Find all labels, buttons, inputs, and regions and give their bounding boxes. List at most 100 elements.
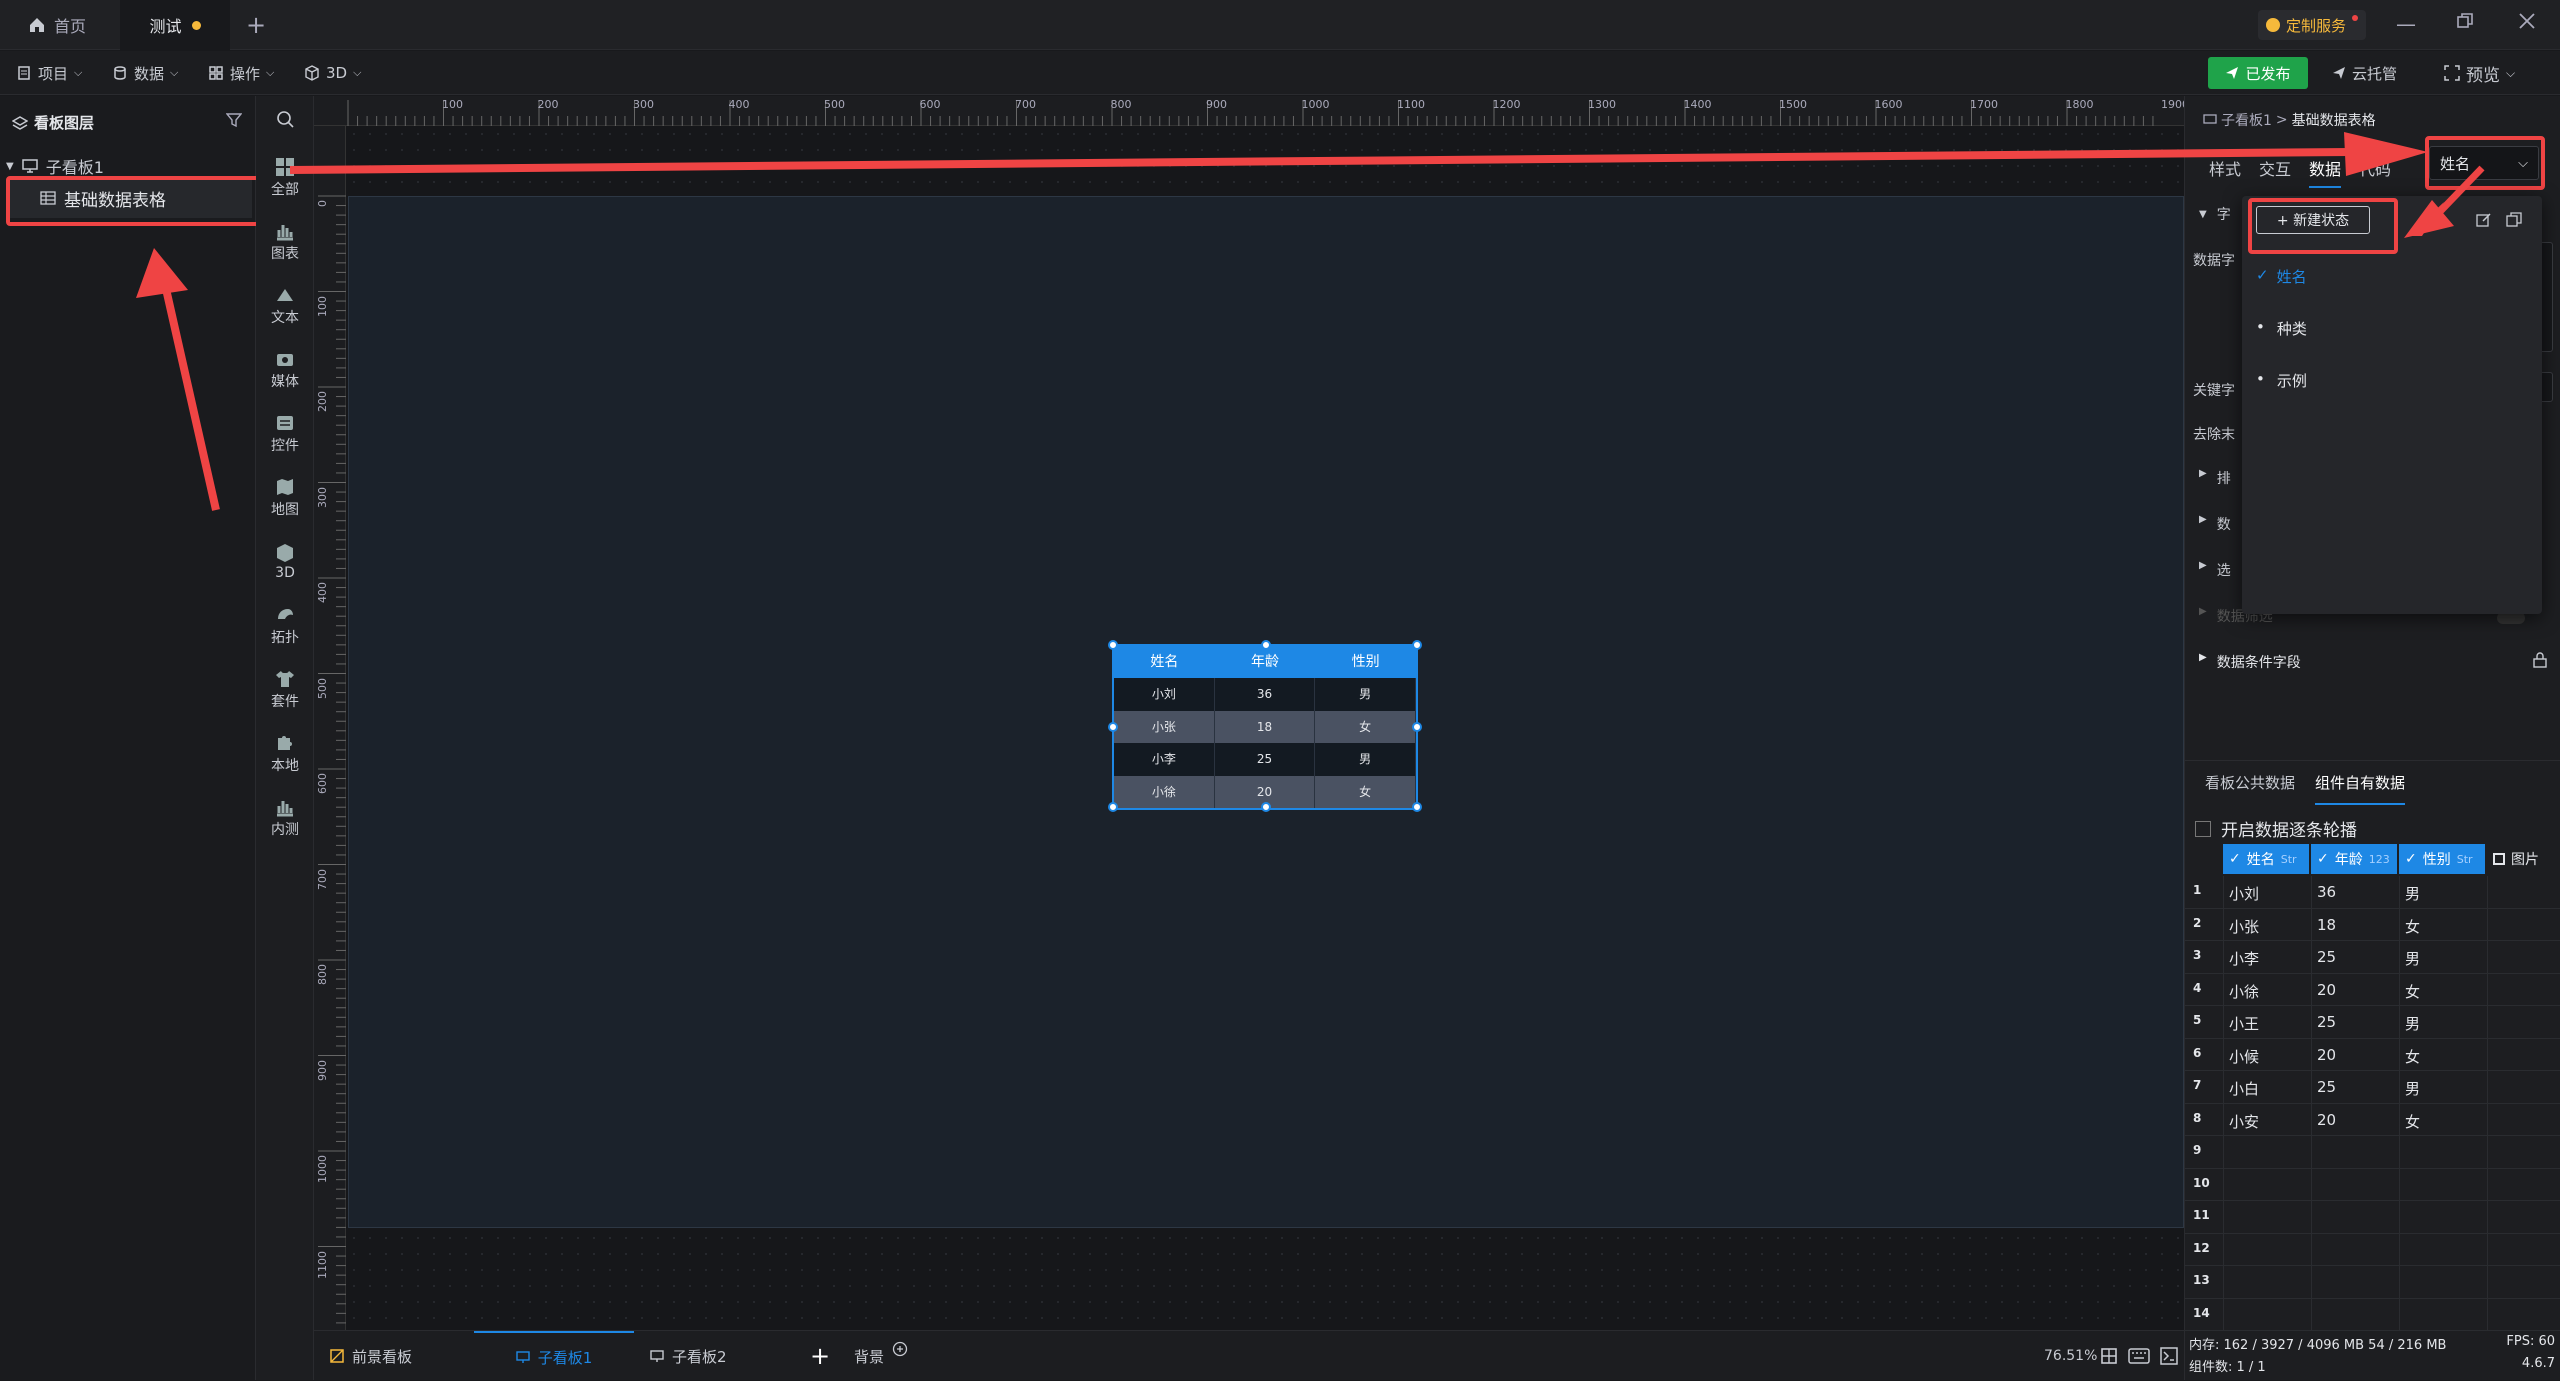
table-cell[interactable]: 小李 (2229, 948, 2259, 969)
tab-sub-board-1[interactable]: 子看板1 (474, 1331, 634, 1381)
minimize-button[interactable]: — (2396, 12, 2416, 36)
add-board-button[interactable]: + (810, 1331, 830, 1381)
table-row[interactable]: 4 小徐 20 女 (2185, 973, 2560, 1006)
table-row[interactable]: 1 小刘 36 男 (2185, 876, 2560, 909)
table-cell[interactable]: 36 (2317, 883, 2336, 901)
table-cell[interactable]: 小徐 (2229, 981, 2259, 1002)
table-cell[interactable]: 男 (2405, 1078, 2420, 1099)
filter-icon[interactable] (226, 112, 242, 128)
state-item-example[interactable]: • 示例 (2256, 370, 2307, 391)
breadcrumb-parent[interactable]: 子看板1 (2221, 110, 2272, 130)
table-cell[interactable]: 小王 (2229, 1013, 2259, 1034)
layer-item-table[interactable]: 基础数据表格 (8, 178, 252, 218)
tab-sub-board-2[interactable]: 子看板2 (650, 1331, 727, 1381)
table-row[interactable]: 7 小白 25 男 (2185, 1071, 2560, 1104)
table-cell[interactable]: 小白 (2229, 1078, 2259, 1099)
table-row[interactable]: 8 小安 20 女 (2185, 1103, 2560, 1136)
custom-service-button[interactable]: 定制服务 (2258, 10, 2367, 40)
column-header-image[interactable]: 图片 (2487, 844, 2560, 874)
table-row[interactable]: 6 小候 20 女 (2185, 1038, 2560, 1071)
tab-data[interactable]: 数据 (2309, 156, 2342, 188)
table-cell[interactable]: 男 (2405, 883, 2420, 904)
lock-icon[interactable] (2533, 652, 2547, 668)
restore-button[interactable] (2456, 12, 2474, 30)
strip-beta[interactable]: 内测 (256, 788, 314, 848)
checkbox[interactable] (2195, 820, 2211, 837)
table-row[interactable]: 12 (2185, 1233, 2560, 1266)
table-cell[interactable]: 女 (2405, 1046, 2420, 1067)
resize-handle[interactable] (1412, 802, 1422, 812)
menu-operate[interactable]: 操作 ⌵ (208, 51, 274, 95)
state-select[interactable]: 姓名 ⌵ (2429, 146, 2539, 180)
keyboard-icon[interactable] (2128, 1348, 2150, 1364)
table-cell[interactable]: 20 (2317, 981, 2336, 999)
layer-board[interactable]: ▼ 子看板1 (6, 154, 104, 178)
preview-button[interactable]: 预览 ⌵ (2444, 51, 2515, 95)
publish-button[interactable]: 已发布 (2208, 57, 2308, 89)
resize-handle[interactable] (1108, 802, 1118, 812)
terminal-icon[interactable] (2160, 1347, 2178, 1365)
column-header-name[interactable]: ✓ 姓名 Str (2223, 844, 2309, 874)
tab-test[interactable]: 测试 (120, 0, 230, 50)
resize-handle[interactable] (1108, 640, 1118, 650)
table-cell[interactable]: 男 (2405, 1013, 2420, 1034)
tab-home[interactable]: 首页 (28, 0, 86, 50)
strip-media[interactable]: 媒体 (256, 340, 314, 400)
section-field[interactable]: ▼ 字 (2199, 204, 2231, 224)
menu-3d[interactable]: 3D ⌵ (304, 51, 361, 95)
tab-style[interactable]: 样式 (2209, 156, 2241, 188)
table-row[interactable]: 10 (2185, 1168, 2560, 1201)
zoom-level[interactable]: 76.51% (2044, 1331, 2097, 1381)
section-condition[interactable]: ▶ 数据条件字段 (2199, 652, 2301, 672)
strip-map[interactable]: 地图 (256, 468, 314, 528)
copy-icon[interactable] (2506, 212, 2522, 228)
section-sort[interactable]: ▶ 排 (2199, 468, 2231, 488)
loop-option[interactable]: 开启数据逐条轮播 (2195, 816, 2357, 841)
search-icon[interactable] (276, 110, 294, 128)
section-select[interactable]: ▶ 选 (2199, 560, 2231, 580)
basic-data-table-widget[interactable]: 姓名 年龄 性别 小刘 36 男小张 18 女小李 25 男小徐 20 女 (1108, 640, 1422, 812)
table-row[interactable]: 3 小李 25 男 (2185, 941, 2560, 974)
fit-screen-icon[interactable] (2100, 1347, 2118, 1365)
resize-handle[interactable] (1412, 722, 1422, 732)
tab-interaction[interactable]: 交互 (2259, 156, 2291, 188)
table-cell[interactable]: 25 (2317, 1078, 2336, 1096)
close-button[interactable] (2518, 12, 2536, 30)
strip-local[interactable]: 本地 (256, 724, 314, 784)
table-cell[interactable]: 20 (2317, 1111, 2336, 1129)
table-cell[interactable]: 20 (2317, 1046, 2336, 1064)
strip-control[interactable]: 控件 (256, 404, 314, 464)
edit-icon[interactable] (2476, 212, 2492, 228)
section-data[interactable]: ▶ 数 (2199, 514, 2231, 534)
table-row[interactable]: 5 小王 25 男 (2185, 1006, 2560, 1039)
resize-handle[interactable] (1261, 802, 1271, 812)
table-cell[interactable]: 女 (2405, 981, 2420, 1002)
strip-topology[interactable]: 拓扑 (256, 596, 314, 656)
strip-3d[interactable]: 3D (256, 532, 314, 592)
table-cell[interactable]: 女 (2405, 1111, 2420, 1132)
table-row[interactable]: 2 小张 18 女 (2185, 908, 2560, 941)
new-tab-button[interactable]: + (246, 0, 266, 50)
column-header-gender[interactable]: ✓ 性别 Str (2399, 844, 2485, 874)
table-row[interactable]: 14 (2185, 1298, 2560, 1331)
new-state-button[interactable]: + 新建状态 (2256, 206, 2370, 234)
table-cell[interactable]: 18 (2317, 916, 2336, 934)
table-row[interactable]: 11 (2185, 1201, 2560, 1234)
table-cell[interactable]: 25 (2317, 948, 2336, 966)
tab-own-data[interactable]: 组件自有数据 (2315, 772, 2406, 805)
strip-chart[interactable]: 图表 (256, 212, 314, 272)
table-cell[interactable]: 男 (2405, 948, 2420, 969)
resize-handle[interactable] (1261, 640, 1271, 650)
checkbox[interactable] (2493, 853, 2505, 865)
table-cell[interactable]: 小安 (2229, 1111, 2259, 1132)
table-cell[interactable]: 小张 (2229, 916, 2259, 937)
state-item-name[interactable]: ✓ 姓名 (2256, 266, 2307, 287)
strip-text[interactable]: 文本 (256, 276, 314, 336)
table-row[interactable]: 9 (2185, 1136, 2560, 1169)
tab-public-data[interactable]: 看板公共数据 (2205, 772, 2295, 805)
state-item-kind[interactable]: • 种类 (2256, 318, 2307, 339)
table-cell[interactable]: 小候 (2229, 1046, 2259, 1067)
menu-project[interactable]: 项目 ⌵ (16, 51, 82, 95)
resize-handle[interactable] (1412, 640, 1422, 650)
strip-kit[interactable]: 套件 (256, 660, 314, 720)
